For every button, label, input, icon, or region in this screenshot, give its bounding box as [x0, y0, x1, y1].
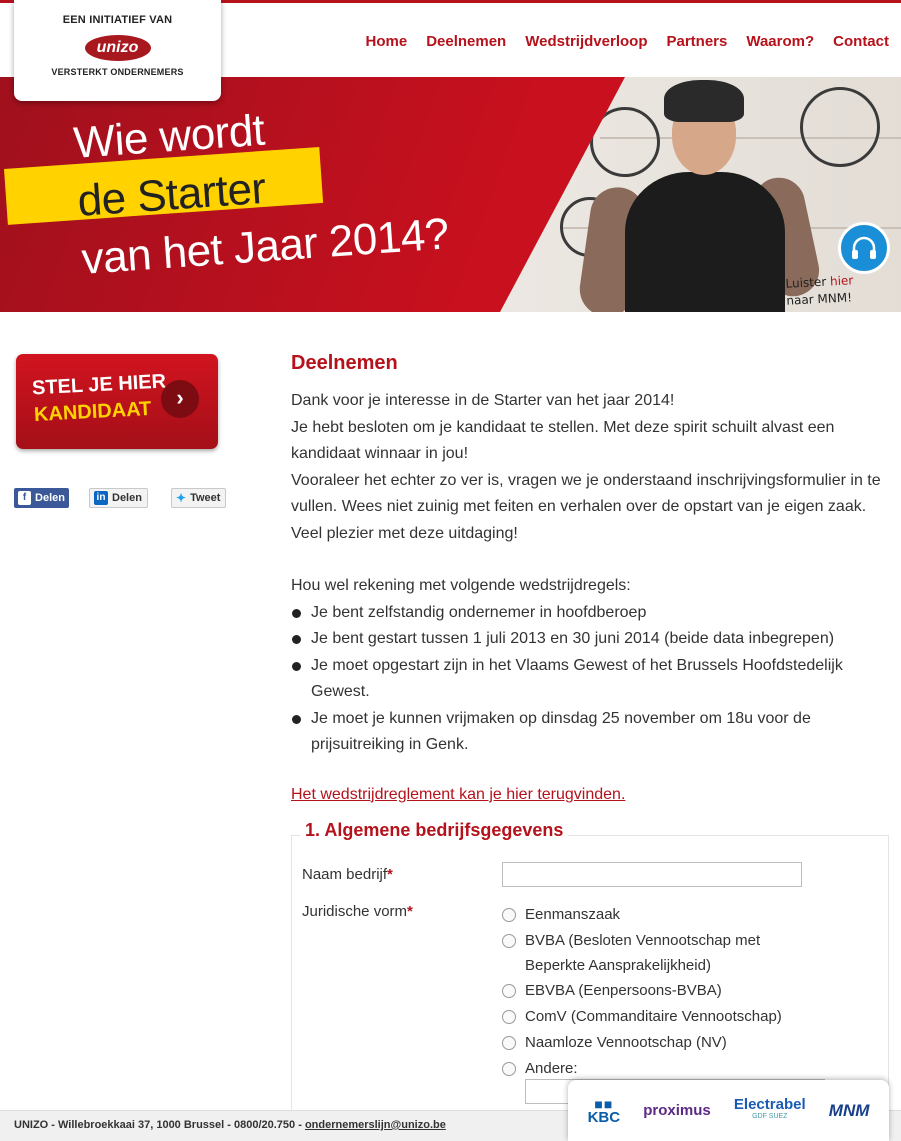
mnm-listen-link[interactable]: Luister hier naar MNM! — [785, 272, 855, 310]
partner-logos: ■■ KBC proximus Electrabel GDF SUEZ MNM — [568, 1080, 889, 1141]
facebook-share-label: Delen — [35, 492, 65, 504]
main-content: Deelnemen Dank voor je interesse in de S… — [291, 352, 891, 804]
nav-partners[interactable]: Partners — [666, 33, 727, 50]
radio-button[interactable] — [502, 1010, 516, 1024]
nav-deelnemen[interactable]: Deelnemen — [426, 33, 506, 50]
legal-form-option-other[interactable]: Andere: — [502, 1056, 578, 1081]
list-item: Je bent zelfstandig ondernemer in hoofdb… — [291, 600, 891, 627]
unizo-logo[interactable]: EEN INITIATIEF VAN unizo VERSTERKT ONDER… — [14, 0, 221, 101]
intro-text: Dank voor je interesse in de Starter van… — [291, 388, 891, 759]
twitter-icon: ✦ — [176, 491, 187, 505]
nav-contact[interactable]: Contact — [833, 33, 889, 50]
legal-form-option-nv[interactable]: Naamloze Vennootschap (NV) — [502, 1030, 727, 1055]
company-name-label: Naam bedrijf* — [302, 866, 393, 883]
nav-waarom[interactable]: Waarom? — [746, 33, 814, 50]
legal-form-label-text: Juridische vorm — [302, 903, 408, 920]
intro-line-2: Je hebt besloten om je kandidaat te stel… — [291, 418, 835, 463]
headphones-icon[interactable] — [838, 222, 890, 274]
legal-form-label: Juridische vorm* — [302, 903, 413, 920]
form-section-title: 1. Algemene bedrijfsgegevens — [300, 820, 569, 841]
apply-candidate-button[interactable]: STEL JE HIER KANDIDAAT › — [16, 354, 218, 449]
linkedin-share-button[interactable]: in Delen — [89, 488, 148, 508]
hero-banner: Wie wordt de Starter van het Jaar 2014? … — [0, 77, 901, 312]
radio-button[interactable] — [502, 984, 516, 998]
mnm-text-b: naar MNM! — [786, 290, 853, 309]
kbc-logo[interactable]: ■■ KBC — [588, 1097, 621, 1125]
facebook-share-button[interactable]: f Delen — [14, 488, 69, 508]
kbc-logo-text: KBC — [587, 1108, 621, 1126]
footer-address: UNIZO - Willebroekkaai 37, 1000 Brussel … — [14, 1119, 446, 1131]
option-label: EBVBA (Eenpersoons-BVBA) — [525, 982, 722, 999]
mnm-logo[interactable]: MNM — [829, 1101, 870, 1121]
page-title: Deelnemen — [291, 352, 398, 374]
legal-form-option-ebvba[interactable]: EBVBA (Eenpersoons-BVBA) — [502, 978, 722, 1003]
required-mark: * — [407, 903, 413, 920]
nav-home[interactable]: Home — [366, 33, 408, 50]
radio-button[interactable] — [502, 1036, 516, 1050]
intro-line-1: Dank voor je interesse in de Starter van… — [291, 392, 675, 409]
legal-form-option-eenmanszaak[interactable]: Eenmanszaak — [502, 902, 620, 927]
mnm-text-a: Luister — [785, 274, 831, 291]
footer-email-link[interactable]: ondernemerslijn@unizo.be — [305, 1119, 446, 1131]
list-item: Je moet je kunnen vrijmaken op dinsdag 2… — [291, 706, 891, 759]
option-label: Naamloze Vennootschap (NV) — [525, 1034, 727, 1051]
facebook-icon: f — [18, 491, 32, 505]
radio-button[interactable] — [502, 1062, 516, 1076]
proximus-logo[interactable]: proximus — [643, 1102, 711, 1119]
radio-button[interactable] — [502, 934, 516, 948]
electrabel-logo[interactable]: Electrabel GDF SUEZ — [733, 1095, 806, 1123]
logo-wordmark: unizo — [84, 35, 151, 61]
cta-line-1: STEL JE HIER — [31, 370, 167, 400]
company-name-label-text: Naam bedrijf — [302, 866, 388, 883]
logo-tagline-top: EEN INITIATIEF VAN — [62, 14, 173, 26]
option-label: ComV (Commanditaire Vennootschap) — [525, 1008, 782, 1025]
option-label: BVBA (Besloten Vennootschap met Beperkte… — [525, 932, 761, 974]
intro-line-3: Vooraleer het echter zo ver is, vragen w… — [291, 471, 881, 542]
rules-list: Je bent zelfstandig ondernemer in hoofdb… — [291, 600, 891, 759]
rules-document-link[interactable]: Het wedstrijdreglement kan je hier terug… — [291, 786, 625, 804]
list-item: Je bent gestart tussen 1 juli 2013 en 30… — [291, 626, 891, 653]
legal-form-option-comv[interactable]: ComV (Commanditaire Vennootschap) — [502, 1004, 782, 1029]
chevron-right-icon: › — [161, 380, 199, 418]
cta-line-2: KANDIDAAT — [33, 397, 152, 427]
required-mark: * — [387, 866, 393, 883]
company-name-input[interactable] — [502, 862, 802, 887]
legal-form-option-bvba[interactable]: BVBA (Besloten Vennootschap met Beperkte… — [502, 928, 802, 978]
footer-address-text: UNIZO - Willebroekkaai 37, 1000 Brussel … — [14, 1119, 305, 1131]
main-nav: Home Deelnemen Wedstrijdverloop Partners… — [366, 33, 890, 50]
option-label: Andere: — [525, 1060, 578, 1077]
logo-tagline-bottom: VERSTERKT ONDERNEMERS — [51, 67, 184, 77]
twitter-share-button[interactable]: ✦ Tweet — [171, 488, 226, 508]
electrabel-logo-text: Electrabel — [733, 1095, 806, 1113]
mnm-text-hier: hier — [829, 273, 854, 289]
linkedin-share-label: Delen — [112, 492, 142, 504]
rules-title: Hou wel rekening met volgende wedstrijdr… — [291, 577, 631, 594]
radio-button[interactable] — [502, 908, 516, 922]
option-label: Eenmanszaak — [525, 906, 621, 923]
nav-wedstrijdverloop[interactable]: Wedstrijdverloop — [525, 33, 647, 50]
twitter-share-label: Tweet — [190, 492, 221, 504]
linkedin-icon: in — [94, 491, 108, 505]
list-item: Je moet opgestart zijn in het Vlaams Gew… — [291, 653, 891, 706]
